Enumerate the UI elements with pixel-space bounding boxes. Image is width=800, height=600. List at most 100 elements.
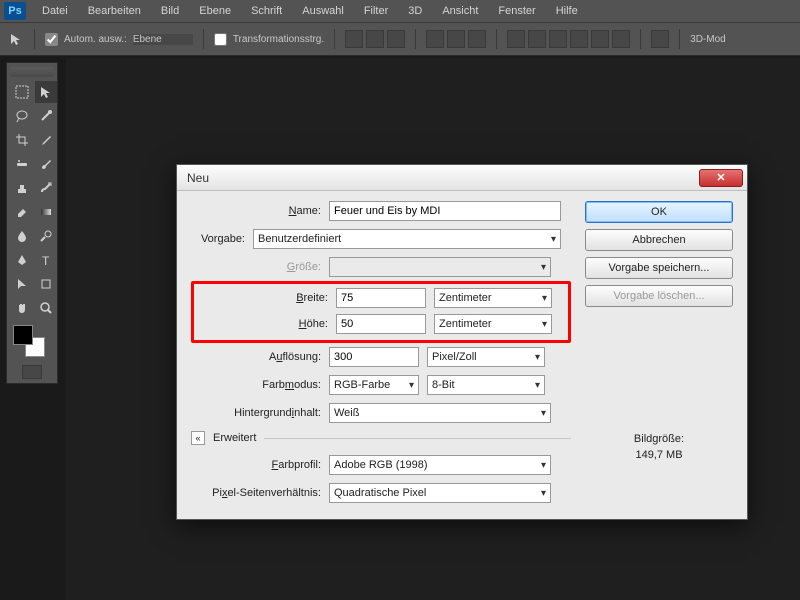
close-icon: ✕ — [716, 171, 725, 184]
type-tool-icon[interactable]: T — [35, 249, 57, 271]
width-label: Breite: — [198, 292, 328, 304]
resolution-input[interactable] — [329, 347, 419, 367]
distribute-icon[interactable] — [591, 30, 609, 48]
menu-window[interactable]: Fenster — [488, 2, 545, 20]
name-label: Name: — [191, 205, 321, 217]
healing-brush-tool-icon[interactable] — [11, 153, 33, 175]
brush-tool-icon[interactable] — [35, 153, 57, 175]
close-button[interactable]: ✕ — [699, 169, 743, 187]
distribute-icon[interactable] — [612, 30, 630, 48]
distribute-icon[interactable] — [570, 30, 588, 48]
menu-type[interactable]: Schrift — [241, 2, 292, 20]
auto-select-group: Autom. ausw.: Ebene — [45, 33, 193, 46]
crop-tool-icon[interactable] — [11, 129, 33, 151]
align-icon[interactable] — [426, 30, 444, 48]
clone-stamp-tool-icon[interactable] — [11, 177, 33, 199]
colormode-label: Farbmodus: — [191, 379, 321, 391]
ok-button[interactable]: OK — [585, 201, 733, 223]
separator — [679, 29, 680, 49]
dialog-titlebar[interactable]: Neu ✕ — [177, 165, 747, 191]
menu-view[interactable]: Ansicht — [432, 2, 488, 20]
new-document-dialog: Neu ✕ Name: Vorgabe: Benutzerdefiniert G… — [176, 164, 748, 520]
eraser-tool-icon[interactable] — [11, 201, 33, 223]
menu-filter[interactable]: Filter — [354, 2, 398, 20]
move-tool-icon[interactable] — [35, 81, 57, 103]
align-icon[interactable] — [468, 30, 486, 48]
distribute-group — [507, 30, 630, 48]
distribute-icon[interactable] — [528, 30, 546, 48]
name-input[interactable] — [329, 201, 561, 221]
width-input[interactable] — [336, 288, 426, 308]
eyedropper-tool-icon[interactable] — [35, 129, 57, 151]
distribute-icon[interactable] — [507, 30, 525, 48]
menu-edit[interactable]: Bearbeiten — [78, 2, 151, 20]
foreground-color-swatch[interactable] — [13, 325, 33, 345]
auto-select-target-dropdown[interactable]: Ebene — [133, 34, 193, 45]
size-dropdown — [329, 257, 551, 277]
colorprofile-label: Farbprofil: — [191, 459, 321, 471]
lasso-tool-icon[interactable] — [11, 105, 33, 127]
pen-tool-icon[interactable] — [11, 249, 33, 271]
size-label: Größe: — [191, 261, 321, 273]
arrange-icon[interactable] — [651, 30, 669, 48]
transform-controls-label: Transformationsstrg. — [233, 34, 324, 45]
path-selection-tool-icon[interactable] — [11, 273, 33, 295]
marquee-tool-icon[interactable] — [11, 81, 33, 103]
preset-dropdown[interactable]: Benutzerdefiniert — [253, 229, 561, 249]
history-brush-tool-icon[interactable] — [35, 177, 57, 199]
cancel-button[interactable]: Abbrechen — [585, 229, 733, 251]
transform-controls-group: Transformationsstrg. — [214, 33, 324, 46]
menu-bar: Ps Datei Bearbeiten Bild Ebene Schrift A… — [0, 0, 800, 22]
align-icon[interactable] — [387, 30, 405, 48]
separator — [496, 29, 497, 49]
colormode-dropdown[interactable]: RGB-Farbe — [329, 375, 419, 395]
align-icon[interactable] — [345, 30, 363, 48]
menu-3d[interactable]: 3D — [398, 2, 432, 20]
menu-help[interactable]: Hilfe — [546, 2, 588, 20]
image-size-value: 149,7 MB — [585, 449, 733, 461]
align-icon[interactable] — [447, 30, 465, 48]
rule — [264, 438, 571, 439]
height-unit-dropdown[interactable]: Zentimeter — [434, 314, 552, 334]
colorprofile-dropdown[interactable]: Adobe RGB (1998) — [329, 455, 551, 475]
panel-grip[interactable] — [11, 67, 53, 77]
width-unit-dropdown[interactable]: Zentimeter — [434, 288, 552, 308]
transform-controls-checkbox[interactable] — [214, 33, 227, 46]
separator — [640, 29, 641, 49]
auto-select-checkbox[interactable] — [45, 33, 58, 46]
menu-layer[interactable]: Ebene — [189, 2, 241, 20]
zoom-tool-icon[interactable] — [35, 297, 57, 319]
menu-image[interactable]: Bild — [151, 2, 189, 20]
collapse-icon: « — [191, 431, 205, 445]
resolution-unit-dropdown[interactable]: Pixel/Zoll — [427, 347, 545, 367]
height-input[interactable] — [336, 314, 426, 334]
pixelaspect-dropdown[interactable]: Quadratische Pixel — [329, 483, 551, 503]
menu-file[interactable]: Datei — [32, 2, 78, 20]
resolution-label: Auflösung: — [191, 351, 321, 363]
svg-text:T: T — [42, 254, 50, 267]
advanced-section-toggle[interactable]: « Erweitert — [191, 431, 571, 445]
shape-tool-icon[interactable] — [35, 273, 57, 295]
tools-panel: T — [6, 62, 58, 384]
auto-select-label: Autom. ausw.: — [64, 34, 127, 45]
distribute-icon[interactable] — [549, 30, 567, 48]
image-size-info: Bildgröße: 149,7 MB — [585, 433, 733, 461]
blur-tool-icon[interactable] — [11, 225, 33, 247]
magic-wand-tool-icon[interactable] — [35, 105, 57, 127]
dialog-title: Neu — [187, 171, 209, 185]
hand-tool-icon[interactable] — [11, 297, 33, 319]
options-bar: Autom. ausw.: Ebene Transformationsstrg.… — [0, 22, 800, 56]
separator — [34, 29, 35, 49]
save-preset-button[interactable]: Vorgabe speichern... — [585, 257, 733, 279]
separator — [334, 29, 335, 49]
mode-3d-label[interactable]: 3D-Mod — [690, 34, 726, 45]
menu-select[interactable]: Auswahl — [292, 2, 354, 20]
colordepth-dropdown[interactable]: 8-Bit — [427, 375, 545, 395]
dodge-tool-icon[interactable] — [35, 225, 57, 247]
screen-mode-group — [11, 365, 53, 379]
gradient-tool-icon[interactable] — [35, 201, 57, 223]
color-swatch[interactable] — [11, 325, 53, 359]
align-icon[interactable] — [366, 30, 384, 48]
quick-mask-icon[interactable] — [22, 365, 42, 379]
bgcontent-dropdown[interactable]: Weiß — [329, 403, 551, 423]
